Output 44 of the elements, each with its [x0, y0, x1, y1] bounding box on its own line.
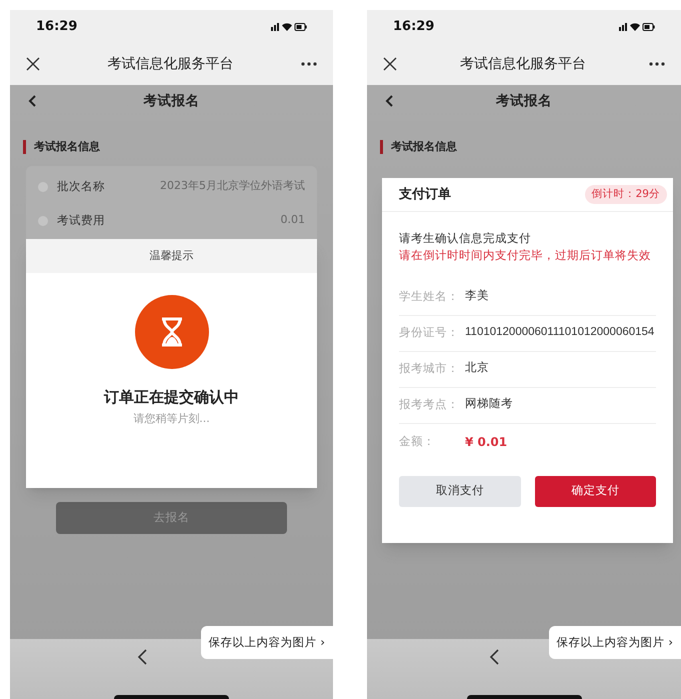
page-title: 考试报名	[496, 92, 552, 111]
nav-title: 考试信息化服务平台	[108, 54, 234, 74]
status-icons	[619, 22, 655, 32]
row-label: 批次名称	[57, 178, 105, 195]
more-icon[interactable]	[301, 62, 317, 66]
row-value: 2023年5月北京学位外语考试	[160, 178, 305, 194]
save-as-image-button[interactable]: 保存以上内容为图片 ›	[200, 626, 333, 660]
section-title: 考试报名信息	[391, 139, 457, 155]
save-as-image-button[interactable]: 保存以上内容为图片 ›	[548, 626, 681, 660]
dialog-title: 温馨提示	[150, 248, 194, 264]
cancel-button[interactable]: 取消支付	[399, 476, 520, 506]
field-value: 北京	[465, 360, 489, 376]
confirm-button[interactable]: 确定支付	[534, 476, 656, 506]
field-label: 学生姓名：	[399, 288, 460, 306]
nav-title: 考试信息化服务平台	[460, 54, 586, 74]
page-title: 考试报名	[144, 92, 200, 111]
field-value: 李美	[465, 288, 489, 304]
field-label: 报考考点：	[399, 396, 460, 414]
back-icon[interactable]	[385, 95, 393, 107]
back-icon[interactable]	[136, 649, 146, 665]
status-icons	[271, 22, 307, 32]
field-value: 110101200006011101012000060154	[465, 325, 654, 340]
dialog-hint: 请您稍等片刻...	[133, 410, 210, 426]
dialog-title: 支付订单	[399, 186, 451, 204]
field-value: 网梯随考	[465, 396, 513, 412]
warning-text: 请在倒计时时间内支付完毕，过期后订单将失效	[399, 247, 652, 264]
row-value: 0.01	[280, 212, 305, 228]
field-label: 金额：	[399, 432, 436, 450]
status-time: 16:29	[393, 18, 434, 36]
section-title: 考试报名信息	[34, 139, 100, 155]
back-icon[interactable]	[489, 649, 499, 665]
status-time: 16:29	[36, 18, 78, 36]
countdown-badge: 倒计时：29分	[584, 184, 667, 204]
more-icon[interactable]	[649, 62, 665, 66]
hourglass-icon	[134, 295, 208, 369]
field-label: 身份证号：	[399, 324, 460, 342]
row-label: 考试费用	[57, 212, 105, 229]
back-icon[interactable]	[28, 95, 36, 107]
notice-text: 请考生确认信息完成支付	[399, 230, 532, 247]
dialog-message: 订单正在提交确认中	[104, 387, 239, 408]
field-label: 报考城市：	[399, 360, 460, 378]
field-value: ¥ 0.01	[465, 434, 508, 450]
close-icon[interactable]	[383, 57, 397, 71]
close-icon[interactable]	[26, 57, 40, 71]
